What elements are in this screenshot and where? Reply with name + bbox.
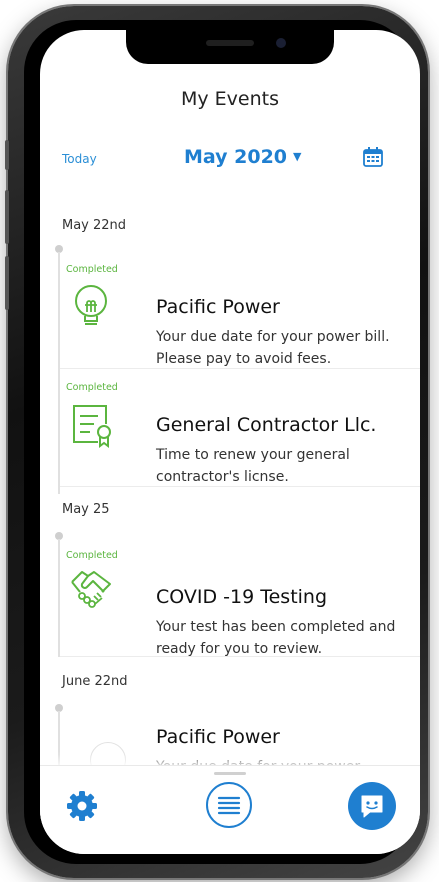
event-description: Your test has been completed and ready f… <box>156 619 396 657</box>
list-menu-button[interactable] <box>206 782 252 828</box>
divider <box>60 486 420 487</box>
side-button-volume-down <box>5 256 9 310</box>
chat-icon <box>361 795 383 818</box>
event-title: COVID -19 Testing <box>156 586 328 608</box>
event-description: Your due date for your power bill. Pleas… <box>156 329 390 367</box>
status-label: Completed <box>66 550 118 561</box>
front-camera <box>276 38 286 48</box>
date-header: June 22nd <box>62 674 128 689</box>
certificate-icon <box>73 405 111 448</box>
status-label: Completed <box>66 382 118 393</box>
status-label: Completed <box>66 264 118 275</box>
drag-handle[interactable] <box>214 772 246 775</box>
event-card[interactable]: Completed COVID -19 Testing Your test ha… <box>60 542 420 657</box>
event-title: Pacific Power <box>156 726 280 748</box>
list-menu-icon <box>217 796 241 815</box>
divider <box>60 368 420 369</box>
page-title: My Events <box>180 88 279 110</box>
calendar-icon[interactable] <box>362 146 384 168</box>
gear-icon[interactable] <box>64 788 100 824</box>
bottom-nav-bar <box>40 765 420 854</box>
app-screen: My Events Today May 2020 ▼ May 22nd Compl… <box>40 30 420 854</box>
date-header: May 25 <box>62 502 110 517</box>
divider <box>60 656 420 657</box>
side-button-volume-up <box>5 190 9 244</box>
month-selector[interactable]: May 2020 ▼ <box>184 146 302 168</box>
notch <box>126 30 334 64</box>
event-title: Pacific Power <box>156 296 280 318</box>
event-card[interactable]: Completed Pacific Power Your due date fo… <box>60 256 420 368</box>
handshake-icon <box>71 571 111 608</box>
event-description: Time to renew your general contractor's … <box>156 447 350 485</box>
date-header: May 22nd <box>62 218 127 233</box>
month-label: May 2020 <box>184 146 288 168</box>
today-link[interactable]: Today <box>62 152 97 166</box>
event-title: General Contractor Llc. <box>156 414 377 436</box>
lightbulb-icon <box>75 285 107 325</box>
speaker-grille <box>206 40 254 46</box>
caret-down-icon: ▼ <box>293 150 302 163</box>
chat-button[interactable] <box>348 782 396 830</box>
side-button-mute <box>5 140 9 170</box>
event-card[interactable]: Completed General Contractor Llc. Time t… <box>60 374 420 486</box>
